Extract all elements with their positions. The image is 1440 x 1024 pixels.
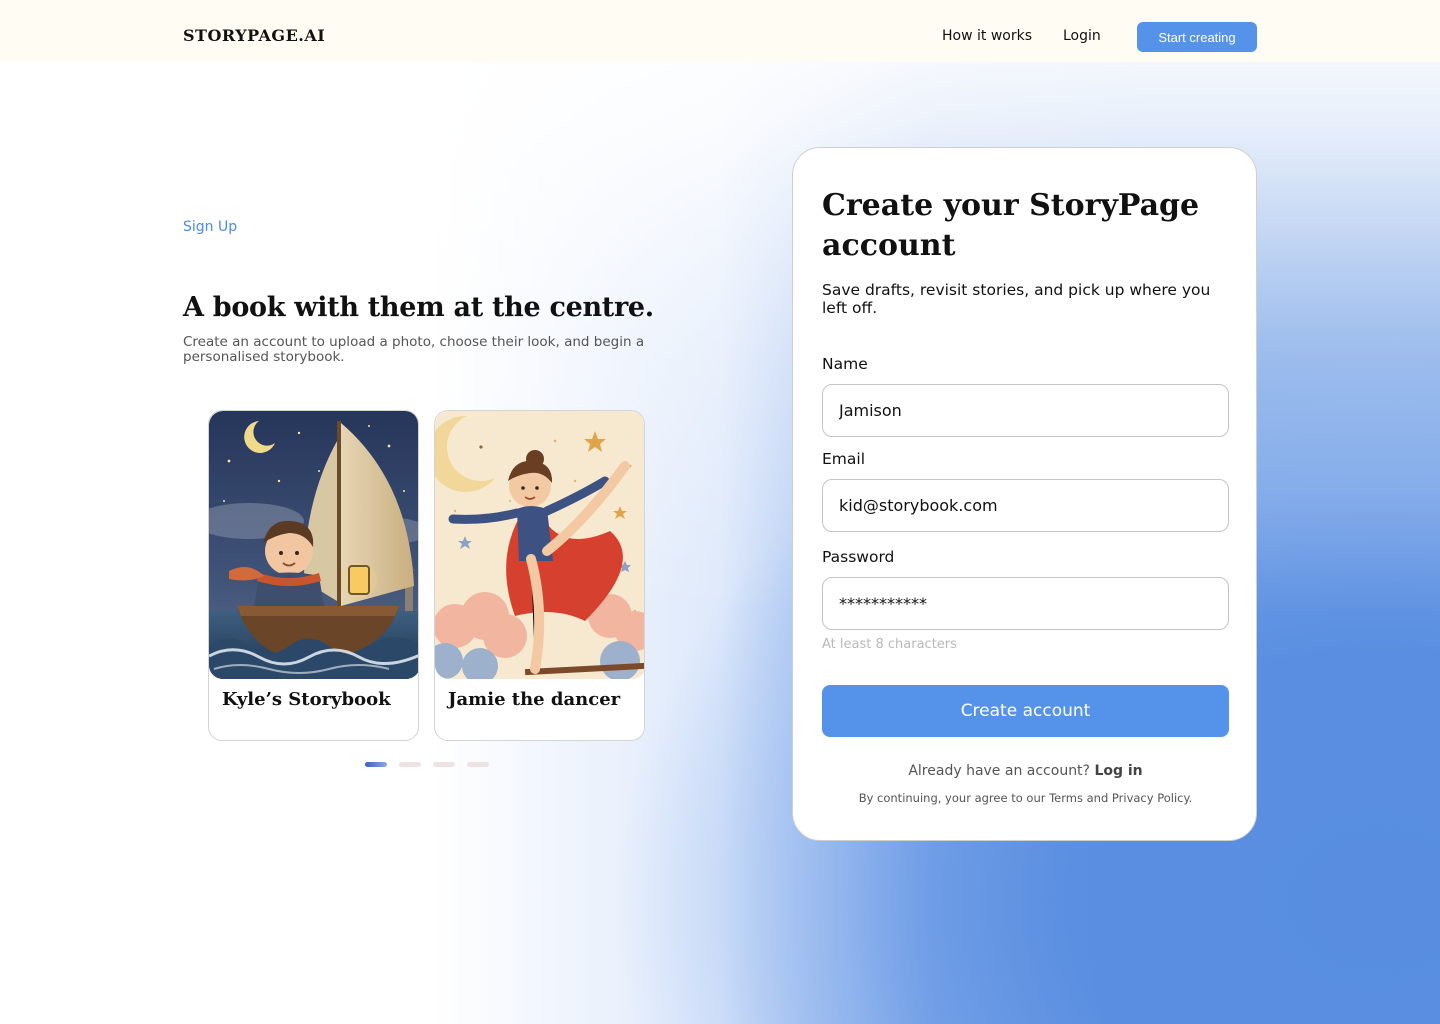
password-hint: At least 8 characters: [822, 637, 957, 652]
card-title: Kyle’s Storybook: [222, 689, 391, 710]
logo[interactable]: STORYPAGE.AI: [183, 26, 325, 45]
carousel-dot[interactable]: [433, 762, 455, 767]
password-input[interactable]: [822, 577, 1229, 630]
login-prompt: Already have an account? Log in: [793, 763, 1258, 779]
carousel-dot[interactable]: [399, 762, 421, 767]
nav-how-it-works[interactable]: How it works: [942, 28, 1032, 44]
login-prompt-text: Already have an account?: [908, 763, 1090, 779]
hero-title: A book with them at the centre.: [183, 292, 654, 323]
create-account-button[interactable]: Create account: [822, 685, 1229, 737]
password-label: Password: [822, 548, 895, 566]
carousel-indicator: [365, 762, 489, 767]
form-title: Create your StoryPage account: [822, 188, 1200, 263]
top-nav: STORYPAGE.AI How it works Login Start cr…: [0, 0, 1440, 62]
terms-text: By continuing, your agree to our Terms a…: [858, 791, 1193, 805]
login-link[interactable]: Log in: [1094, 763, 1142, 779]
card-title: Jamie the dancer: [448, 689, 621, 710]
boy-in-sailboat-illustration: [209, 411, 418, 679]
carousel-dot[interactable]: [467, 762, 489, 767]
name-input[interactable]: [822, 384, 1229, 437]
girl-dancing-illustration: [435, 411, 644, 679]
signup-eyebrow: Sign Up: [183, 219, 238, 235]
email-input[interactable]: [822, 479, 1229, 532]
email-label: Email: [822, 450, 866, 468]
storybook-card[interactable]: Jamie the dancer: [434, 410, 645, 741]
nav-login[interactable]: Login: [1063, 28, 1101, 44]
storybook-card[interactable]: Kyle’s Storybook: [208, 410, 419, 741]
start-creating-button[interactable]: Start creating: [1137, 22, 1257, 52]
carousel-dot-active[interactable]: [365, 762, 387, 767]
form-subtitle: Save drafts, revisit stories, and pick u…: [822, 281, 1211, 317]
signup-form-card: Create your StoryPage account Save draft…: [792, 147, 1257, 841]
hero-subtitle: Create an account to upload a photo, cho…: [183, 334, 645, 365]
name-label: Name: [822, 355, 868, 373]
